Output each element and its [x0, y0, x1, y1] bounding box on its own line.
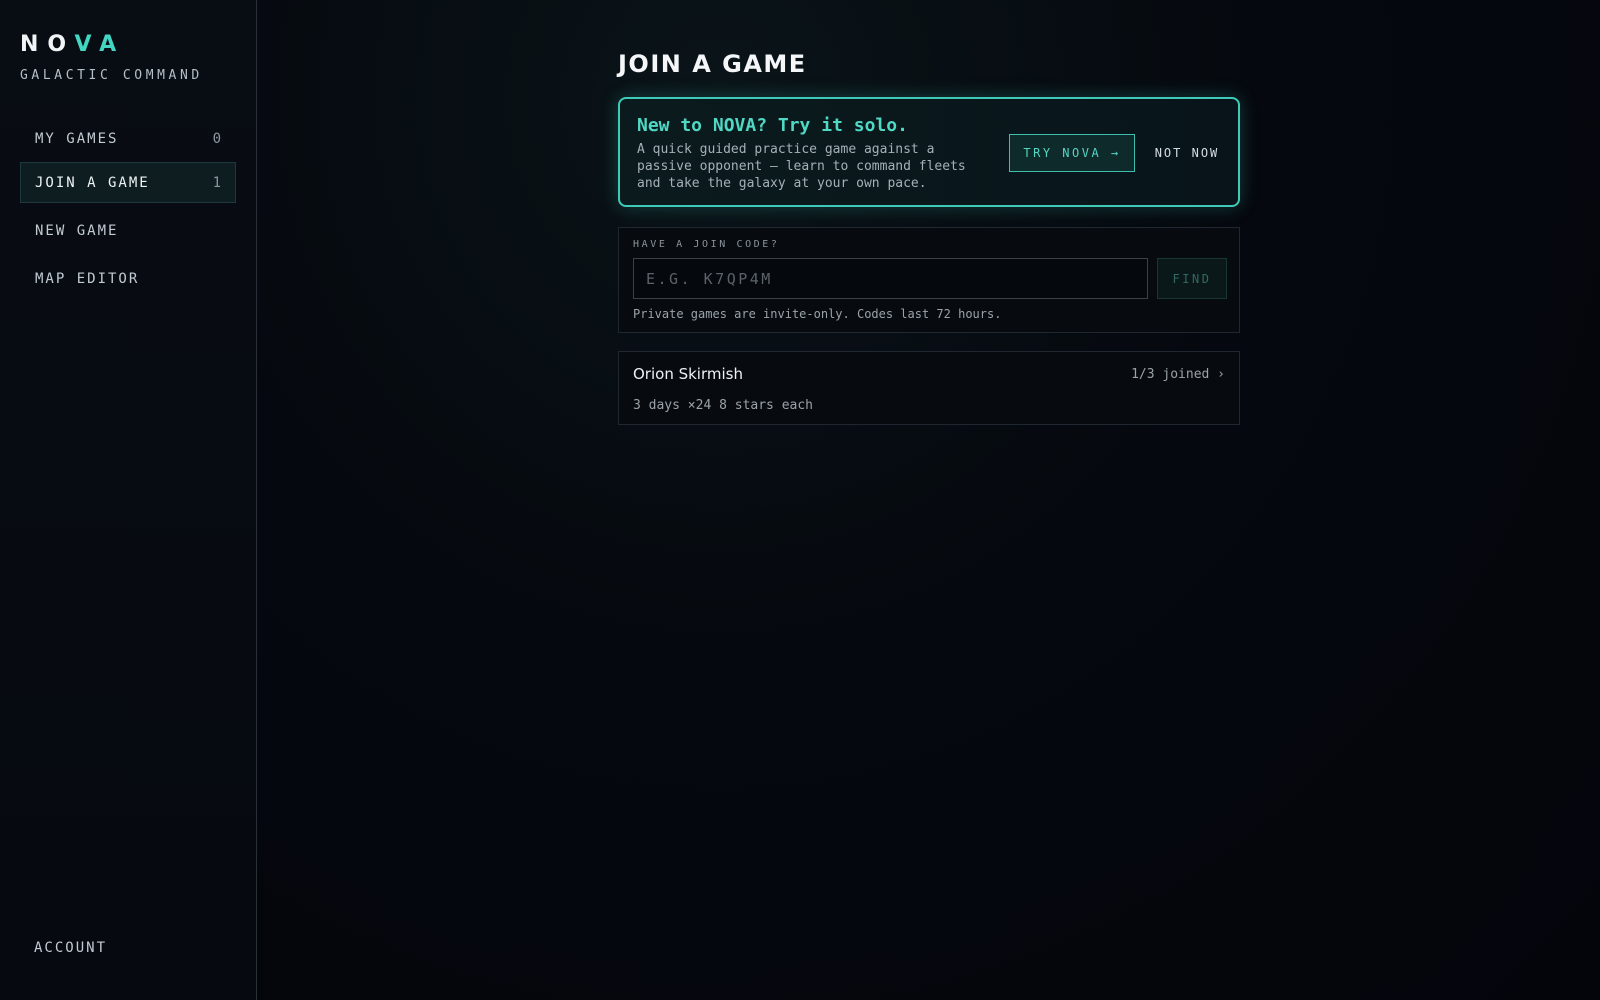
solo-promo-card: New to NOVA? Try it solo. A quick guided… — [618, 97, 1240, 207]
brand-logo-part2: VA — [74, 32, 126, 57]
join-code-label: HAVE A JOIN CODE? — [633, 239, 780, 250]
game-settings-summary: 3 days ×24 8 stars each — [633, 398, 814, 413]
sidebar-item-account[interactable]: ACCOUNT — [34, 940, 107, 956]
sidebar-item-label: MAP EDITOR — [35, 270, 140, 287]
page-title: JOIN A GAME — [618, 50, 807, 78]
sidebar-item-label: MY GAMES — [35, 130, 119, 147]
sidebar-item-count: 0 — [212, 130, 221, 147]
find-button[interactable]: FIND — [1157, 258, 1227, 299]
sidebar: NOVA GALACTIC COMMAND MY GAMES 0 JOIN A … — [0, 0, 257, 1000]
join-code-help-text: Private games are invite-only. Codes las… — [633, 307, 1002, 321]
join-code-input[interactable] — [633, 258, 1148, 299]
brand-logo-part1: NO — [20, 32, 75, 57]
sidebar-item-new-game[interactable]: NEW GAME — [20, 210, 236, 251]
sidebar-item-label: JOIN A GAME — [35, 174, 150, 191]
sidebar-item-join-a-game[interactable]: JOIN A GAME 1 — [20, 162, 236, 203]
game-joined-status: 1/3 joined › — [1131, 367, 1225, 382]
brand-logo[interactable]: NOVA — [20, 32, 125, 57]
promo-title: New to NOVA? Try it solo. — [637, 115, 908, 136]
promo-description: A quick guided practice game against a p… — [637, 142, 966, 191]
try-nova-button[interactable]: TRY NOVA → — [1009, 134, 1135, 172]
game-list-item[interactable]: Orion Skirmish 1/3 joined › 3 days ×24 8… — [618, 351, 1240, 425]
sidebar-item-label: NEW GAME — [35, 222, 119, 239]
game-name: Orion Skirmish — [633, 365, 743, 383]
sidebar-item-map-editor[interactable]: MAP EDITOR — [20, 258, 236, 299]
join-code-panel: HAVE A JOIN CODE? FIND Private games are… — [618, 227, 1240, 333]
sidebar-item-my-games[interactable]: MY GAMES 0 — [20, 118, 236, 159]
brand-subtitle: GALACTIC COMMAND — [20, 68, 203, 83]
sidebar-item-count: 1 — [212, 174, 221, 191]
not-now-button[interactable]: NOT NOW — [1147, 134, 1227, 172]
